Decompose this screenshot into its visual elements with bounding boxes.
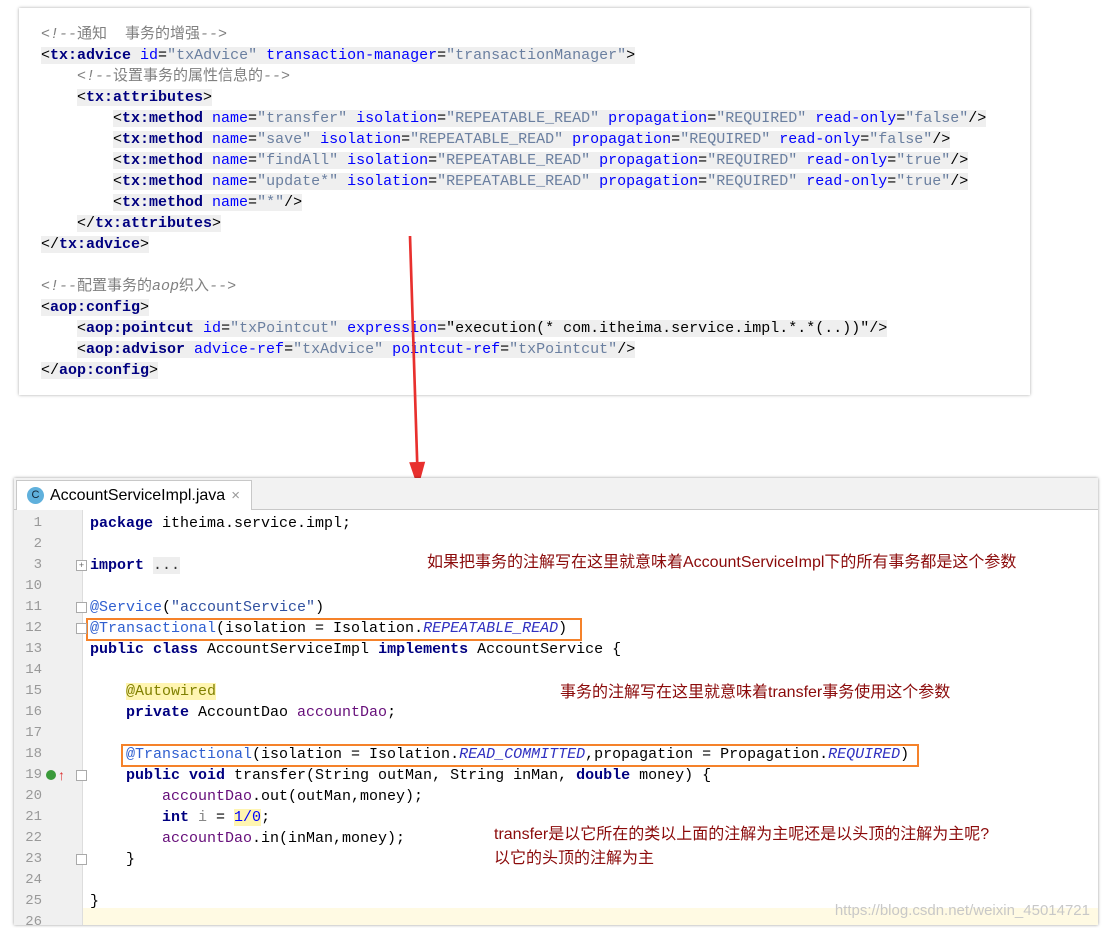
code-line: package itheima.service.impl; [90,513,351,534]
code-token: accountDao [297,704,388,721]
editor-tab-bar: C AccountServiceImpl.java × [14,478,1098,510]
line-number: 24 [25,872,42,888]
line-number: 10 [25,578,42,594]
line-number: 18 [25,746,42,762]
code-token: } [126,851,136,868]
tab-title: AccountServiceImpl.java [50,486,226,504]
code-token: "accountService" [171,599,316,616]
code-token: ; [261,809,271,826]
code-token: ; [387,704,397,721]
line-number: 15 [25,683,42,699]
fold-marker-icon[interactable] [76,602,87,613]
code-token: AccountDao [198,704,298,721]
fold-marker-icon[interactable] [76,854,87,865]
code-line: accountDao.in(inMan,money); [162,828,405,849]
question-note: transfer是以它所在的类以上面的注解为主呢还是以头顶的注解为主呢? [494,826,990,843]
line-number: 19 [25,767,42,783]
code-token: money) { [639,767,712,784]
code-line: @Autowired [126,681,217,702]
code-token: ... [153,557,181,574]
arrow-line [408,235,419,463]
code-token: .out(outMan,money); [252,788,424,805]
code-line: } [126,849,135,870]
code-token: @Autowired [126,683,217,700]
watermark: https://blog.csdn.net/weixin_45014721 [834,902,1090,919]
override-arrow-icon[interactable]: ↑ [58,766,65,784]
tab-accountserviceimpl[interactable]: C AccountServiceImpl.java × [16,480,252,510]
code-line: public void transfer(String outMan, Stri… [126,765,711,786]
fold-marker-icon[interactable] [76,770,87,781]
fold-marker-icon[interactable] [76,623,87,634]
line-number: 14 [25,662,42,678]
code-token: package [90,515,163,532]
code-line: import ... [90,555,181,576]
method-annotation-note: 事务的注解写在这里就意味着transfer事务使用这个参数 [560,684,951,701]
line-number: 2 [33,536,42,552]
fold-marker-icon[interactable]: + [76,560,87,571]
line-number: 1 [33,515,42,531]
code-line: accountDao.out(outMan,money); [162,786,423,807]
line-number: 13 [25,641,42,657]
line-number: 26 [25,914,42,925]
line-number: 20 [25,788,42,804]
line-number: 3 [33,557,42,573]
code-token: transfer(String outMan, String inMan, [234,767,577,784]
code-token: accountDao [162,788,253,805]
code-line: } [90,891,99,912]
line-number: 23 [25,851,42,867]
line-number: 21 [25,809,42,825]
code-line: int i = 1/0; [162,807,270,828]
code-line: @Service("accountService") [90,597,324,618]
code-token: ( [162,599,172,616]
code-token: accountDao [162,830,253,847]
answer-note: 以它的头顶的注解为主 [494,850,655,867]
code-token: ) [315,599,325,616]
highlight-box-class-annotation [86,618,582,641]
implements-marker-icon[interactable] [46,770,56,780]
code-token: 1/0 [234,809,262,826]
code-token: import [90,557,154,574]
line-number: 22 [25,830,42,846]
code-token: itheima.service.impl; [162,515,352,532]
class-file-icon: C [27,487,44,504]
line-number: 17 [25,725,42,741]
code-line: public class AccountServiceImpl implemen… [90,639,621,660]
class-annotation-note: 如果把事务的注解写在这里就意味着AccountServiceImpl下的所有事务… [427,554,1017,571]
code-token: private [126,704,199,721]
code-token: implements [378,641,478,658]
code-token: = [207,809,235,826]
code-token: int [162,809,199,826]
code-token: i [198,809,208,826]
code-token: AccountServiceImpl [207,641,379,658]
code-token: } [90,893,100,910]
highlight-box-method-annotation [121,744,919,767]
code-token: public void [126,767,235,784]
line-gutter: 1 2 3 10 11 12 13 14 15 16 17 18 19 20 21 22 23 24 25 26 [14,510,83,925]
code-token: @Service [90,599,163,616]
line-number: 16 [25,704,42,720]
code-line: private AccountDao accountDao; [126,702,396,723]
code-token: AccountService { [477,641,622,658]
code-token: public class [90,641,208,658]
line-number: 25 [25,893,42,909]
code-token: .in(inMan,money); [252,830,406,847]
code-token: double [576,767,640,784]
line-number: 11 [25,599,42,615]
line-number: 12 [25,620,42,636]
close-tab-icon[interactable]: × [231,487,240,504]
